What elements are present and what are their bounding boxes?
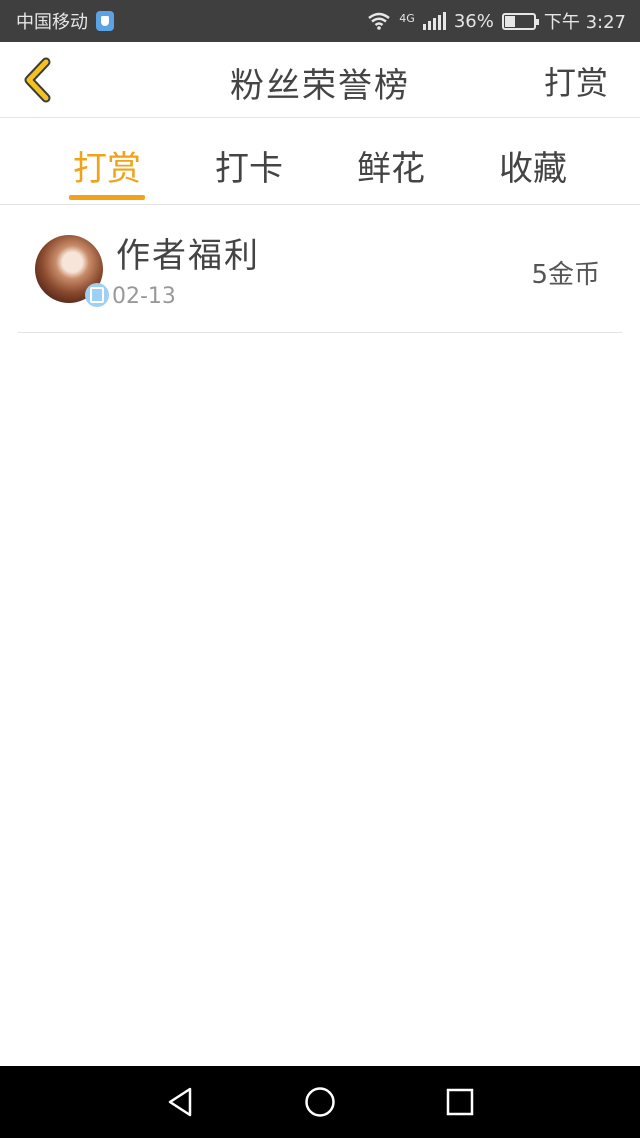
wifi-icon [368,12,391,30]
tab-favorites[interactable]: 收藏 [462,119,604,204]
tab-label: 收藏 [499,149,567,189]
verified-badge-icon [85,283,109,307]
fan-date: 02-13 [112,284,176,309]
tab-flowers[interactable]: 鲜花 [320,119,462,204]
signal-icon [422,12,446,30]
fan-list: 作者福利 02-13 5金币 [0,206,640,333]
status-bar: 中国移动 4G 36% 下午 3:27 [0,0,640,42]
nav-back-button[interactable] [160,1082,200,1122]
reward-amount: 5金币 [531,260,600,290]
tab-bar: 打赏 打卡 鲜花 收藏 [0,119,640,205]
list-item[interactable]: 作者福利 02-13 5金币 [18,206,622,333]
active-tab-indicator [69,195,145,200]
top-header: 粉丝荣誉榜 打赏 [0,42,640,118]
triangle-back-icon [168,1087,192,1117]
tab-reward[interactable]: 打赏 [36,119,178,204]
network-type-label: 4G [399,12,415,25]
fan-name: 作者福利 [116,236,260,276]
carrier-label: 中国移动 [16,12,88,33]
tab-checkin[interactable]: 打卡 [178,119,320,204]
square-recents-icon [446,1088,474,1116]
security-shield-icon [96,11,114,31]
reward-action-button[interactable]: 打赏 [544,58,608,104]
tab-label: 鲜花 [357,149,425,189]
nav-recents-button[interactable] [440,1082,480,1122]
system-nav-bar [0,1066,640,1138]
circle-home-icon [305,1087,335,1117]
nav-home-button[interactable] [300,1082,340,1122]
tab-label: 打赏 [73,149,141,189]
clock: 下午 3:27 [543,12,626,33]
battery-icon [501,12,539,30]
tab-label: 打卡 [215,149,283,189]
battery-percent: 36% [453,10,494,32]
